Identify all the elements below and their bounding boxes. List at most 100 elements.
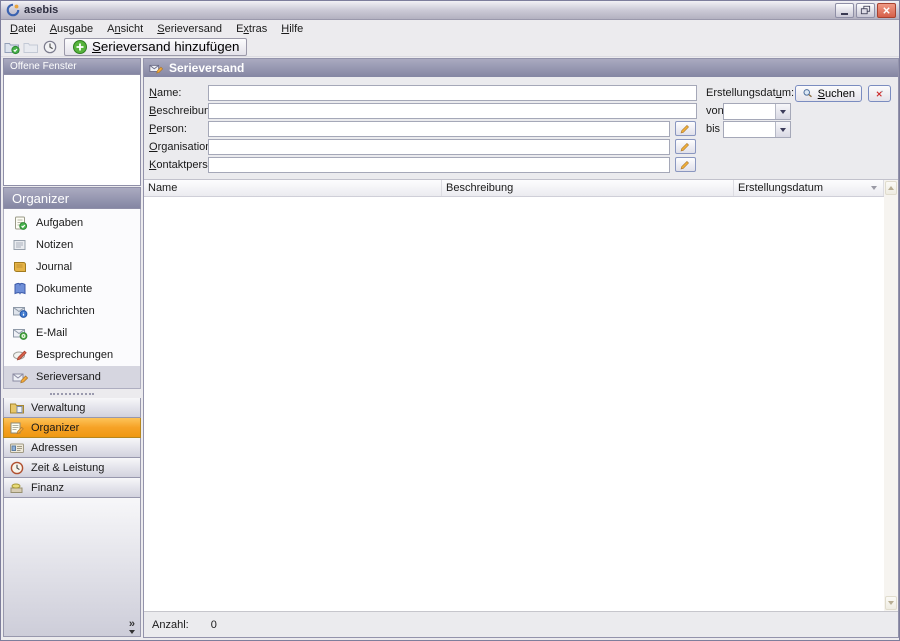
person-edit-button[interactable] (675, 121, 696, 136)
organizer-section-header: Organizer (3, 187, 141, 209)
mail-merge-icon (149, 61, 163, 75)
sidebar-item-nachrichten[interactable]: Nachrichten (4, 300, 140, 322)
app-window: asebis Datei Ausgabe Ansicht Serieversan… (0, 0, 900, 641)
vertical-scrollbar[interactable] (884, 180, 898, 611)
scroll-down-button[interactable] (885, 596, 897, 610)
organisation-input[interactable] (208, 139, 670, 155)
scroll-up-button[interactable] (885, 181, 897, 195)
email-icon (12, 325, 28, 341)
nav-organizer[interactable]: Organizer (3, 418, 141, 438)
von-dropdown-button[interactable] (775, 104, 790, 119)
app-logo-icon (6, 3, 20, 17)
nav-label: Zeit & Leistung (31, 462, 104, 474)
organisation-edit-button[interactable] (675, 139, 696, 154)
meetings-icon (12, 347, 28, 363)
bis-date-combobox[interactable] (723, 121, 791, 138)
minimize-icon (841, 13, 848, 15)
nav-verwaltung[interactable]: Verwaltung (3, 398, 141, 418)
menu-extras[interactable]: Extras (229, 21, 274, 37)
open-windows-list[interactable] (3, 74, 141, 186)
bis-date-value (724, 122, 775, 137)
window-controls (835, 3, 896, 18)
von-date-value (724, 104, 775, 119)
add-serieversand-label: Serieversand hinzufügen (92, 39, 239, 54)
nav-adressen[interactable]: Adressen (3, 438, 141, 458)
search-icon (802, 87, 814, 100)
search-button[interactable]: Suchen (795, 85, 862, 102)
sidebar-item-label: Nachrichten (36, 305, 95, 317)
restore-icon (860, 5, 871, 15)
time-icon (9, 460, 25, 476)
notes-icon (12, 237, 28, 253)
sidebar-item-aufgaben[interactable]: Aufgaben (4, 212, 140, 234)
grid-body[interactable] (144, 197, 884, 611)
tasks-icon (12, 215, 28, 231)
close-icon (882, 6, 891, 15)
sidebar-item-label: Dokumente (36, 283, 92, 295)
kontaktperson-input[interactable] (208, 157, 670, 173)
column-header-name[interactable]: Name (144, 180, 442, 196)
pencil-icon (679, 122, 692, 135)
sidebar-item-email[interactable]: E-Mail (4, 322, 140, 344)
mail-merge-icon (12, 369, 28, 385)
person-input[interactable] (208, 121, 670, 137)
organizer-items: Aufgaben Notizen Journal Dokumente Nachr… (3, 209, 141, 389)
count-value: 0 (211, 619, 217, 631)
chevron-down-icon (780, 128, 786, 132)
admin-icon (9, 400, 25, 416)
menu-ausgabe[interactable]: Ausgabe (43, 21, 100, 37)
bis-dropdown-button[interactable] (775, 122, 790, 137)
von-label: von (706, 105, 724, 117)
add-icon (72, 39, 88, 55)
person-label: Person: (149, 123, 187, 135)
organizer-icon (9, 420, 25, 436)
toolbar: Serieversand hinzufügen (1, 37, 899, 57)
sidebar-splitter[interactable] (3, 389, 141, 398)
new-folder-icon[interactable] (4, 39, 20, 55)
von-date-combobox[interactable] (723, 103, 791, 120)
nav-zeit-leistung[interactable]: Zeit & Leistung (3, 458, 141, 478)
folder-icon[interactable] (23, 39, 39, 55)
restore-button[interactable] (856, 3, 875, 18)
column-header-beschreibung[interactable]: Beschreibung (442, 180, 734, 196)
sidebar-item-label: Notizen (36, 239, 73, 251)
menu-hilfe[interactable]: Hilfe (274, 21, 310, 37)
arrow-down-icon (888, 601, 894, 605)
name-input[interactable] (208, 85, 697, 101)
nav-label: Organizer (31, 422, 79, 434)
beschreibung-input[interactable] (208, 103, 697, 119)
title-bar[interactable]: asebis (1, 1, 899, 20)
menu-ansicht[interactable]: Ansicht (100, 21, 150, 37)
sidebar-item-besprechungen[interactable]: Besprechungen (4, 344, 140, 366)
pencil-icon (679, 140, 692, 153)
organisation-label: Organisation: (149, 141, 214, 153)
kontaktperson-edit-button[interactable] (675, 157, 696, 172)
close-button[interactable] (877, 3, 896, 18)
sidebar-item-label: Besprechungen (36, 349, 113, 361)
sidebar-item-notizen[interactable]: Notizen (4, 234, 140, 256)
nav-finanz[interactable]: Finanz (3, 478, 141, 498)
sidebar-item-journal[interactable]: Journal (4, 256, 140, 278)
journal-icon (12, 259, 28, 275)
sidebar-item-serieversand[interactable]: Serieversand (4, 366, 140, 388)
documents-icon (12, 281, 28, 297)
nav-label: Finanz (31, 482, 64, 494)
menu-bar: Datei Ausgabe Ansicht Serieversand Extra… (1, 20, 899, 37)
status-bar: Anzahl: 0 (144, 611, 898, 637)
history-icon[interactable] (42, 39, 58, 55)
main-panel: Serieversand Name: Beschreibung: Person:… (143, 58, 899, 638)
name-label: Name: (149, 87, 181, 99)
add-serieversand-button[interactable]: Serieversand hinzufügen (64, 38, 247, 56)
finance-icon (9, 480, 25, 496)
sidebar-item-dokumente[interactable]: Dokumente (4, 278, 140, 300)
column-header-erstellungsdatum[interactable]: Erstellungsdatum (734, 180, 884, 196)
menu-datei[interactable]: Datei (3, 21, 43, 37)
menu-serieversand[interactable]: Serieversand (150, 21, 229, 37)
chevron-down-icon (780, 110, 786, 114)
results-grid: Name Beschreibung Erstellungsdatum (144, 179, 898, 611)
sidebar-item-label: Serieversand (36, 371, 101, 383)
clear-filter-button[interactable] (868, 85, 891, 102)
nav-overflow-button[interactable]: » (129, 619, 135, 634)
minimize-button[interactable] (835, 3, 854, 18)
count-label: Anzahl: (152, 619, 189, 631)
